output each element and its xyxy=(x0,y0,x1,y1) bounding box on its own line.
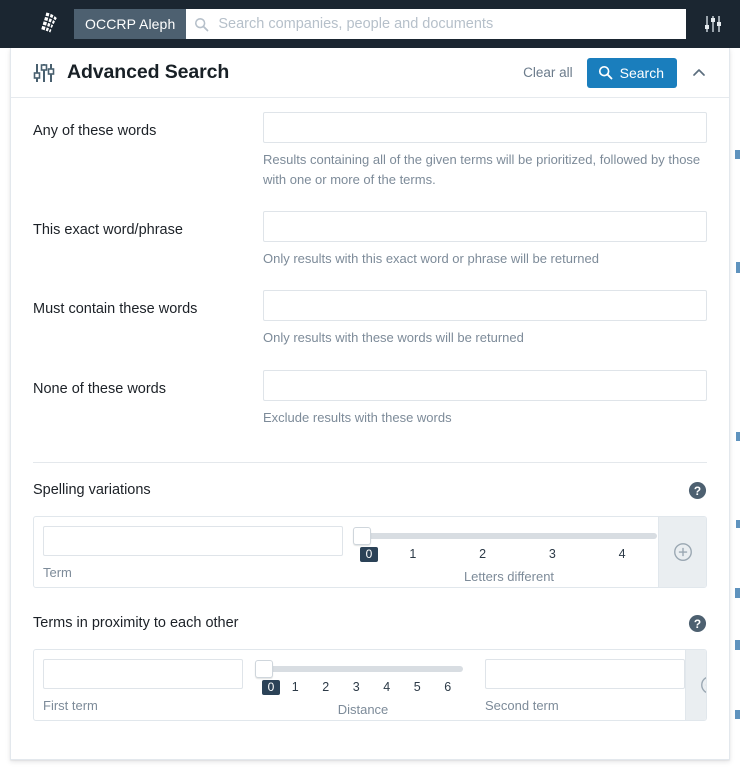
section-title: Terms in proximity to each other xyxy=(33,615,239,632)
slider-handle[interactable] xyxy=(255,659,273,678)
svg-text:?: ? xyxy=(694,617,701,631)
exact-word-phrase-input[interactable] xyxy=(263,211,707,243)
field-helper-text: Only results with this exact word or phr… xyxy=(263,251,599,267)
slider-tick[interactable]: 4 xyxy=(372,680,403,695)
any-of-these-words-input[interactable] xyxy=(263,112,707,143)
help-icon[interactable]: ? xyxy=(688,614,707,633)
search-field-wrap xyxy=(186,9,686,39)
field-control: Results containing all of the given term… xyxy=(263,112,707,208)
field-helper-text: Exclude results with these words xyxy=(263,409,452,425)
field-label: Must contain these words xyxy=(33,301,198,318)
page-title: Advanced Search xyxy=(67,61,230,83)
add-proximity-term-button[interactable] xyxy=(685,649,706,720)
spelling-slider[interactable]: 0 1 2 3 4 Letters different xyxy=(353,526,657,584)
field-control: Only results with these words will be re… xyxy=(263,290,707,366)
field-row: None of these words Exclude results with… xyxy=(33,369,707,446)
globe-icon xyxy=(40,11,58,34)
spelling-slider-label: Letters different xyxy=(463,568,555,584)
slider-tick[interactable]: 4 xyxy=(587,547,657,562)
search-icon xyxy=(195,17,209,31)
sliders-icon xyxy=(33,63,55,82)
slider-track[interactable] xyxy=(255,659,463,678)
clear-all-button[interactable]: Clear all xyxy=(523,65,573,80)
background-fragment xyxy=(735,640,740,650)
spelling-variations-section: Spelling variations ? Term 0 1 2 3 4 Let… xyxy=(33,463,707,588)
slider-track[interactable] xyxy=(353,526,657,545)
field-helper-text: Only results with these words will be re… xyxy=(263,330,524,346)
advanced-search-body: Any of these words Results containing al… xyxy=(11,98,729,721)
background-fragment xyxy=(735,710,740,719)
search-icon xyxy=(598,65,613,80)
second-term-input[interactable] xyxy=(485,658,685,689)
field-label: This exact word/phrase xyxy=(33,222,183,239)
spelling-term-label: Term xyxy=(43,564,72,580)
search-button[interactable]: Search xyxy=(586,57,677,88)
slider-tick[interactable]: 2 xyxy=(311,680,342,695)
background-fragment xyxy=(735,150,740,159)
slider-tick[interactable]: 3 xyxy=(518,547,588,562)
field-label: Any of these words xyxy=(33,123,157,139)
field-label: None of these words xyxy=(33,380,166,397)
background-fragment xyxy=(736,432,740,441)
none-of-these-words-input[interactable] xyxy=(263,369,707,401)
first-term-column: First term xyxy=(43,658,243,713)
spelling-term-input[interactable] xyxy=(43,525,343,556)
top-navbar: OCCRP Aleph xyxy=(0,0,740,48)
global-search-input[interactable] xyxy=(216,9,686,39)
advanced-search-panel: Advanced Search Clear all Search Any of … xyxy=(10,48,730,760)
section-title: Spelling variations xyxy=(33,482,151,499)
slider-tick-active[interactable]: 0 xyxy=(262,679,280,695)
first-term-input[interactable] xyxy=(43,658,243,689)
advanced-search-header: Advanced Search Clear all Search xyxy=(11,48,729,98)
second-term-column: Second term xyxy=(485,658,685,713)
add-spelling-variation-button[interactable] xyxy=(658,516,706,587)
global-search-bar: OCCRP Aleph xyxy=(74,9,686,39)
search-button-label: Search xyxy=(619,64,664,81)
proximity-slider[interactable]: 0 1 2 3 4 5 6 Distance xyxy=(255,659,464,717)
field-control: Exclude results with these words xyxy=(263,369,707,446)
background-fragment xyxy=(736,262,740,273)
field-row: This exact word/phrase Only results with… xyxy=(33,211,707,287)
spelling-variation-group: Term 0 1 2 3 4 Letters different xyxy=(33,515,707,588)
field-row: Must contain these words Only results wi… xyxy=(33,290,707,366)
slider-ticks: 0 1 2 3 4 5 6 xyxy=(262,679,464,695)
field-control: Only results with this exact word or phr… xyxy=(263,211,707,287)
sliders-glyph xyxy=(705,16,721,32)
help-icon[interactable]: ? xyxy=(688,481,707,500)
slider-tick[interactable]: 1 xyxy=(280,680,311,695)
second-term-label: Second term xyxy=(485,697,559,713)
sliders-icon[interactable] xyxy=(700,14,726,34)
spelling-group-inner: Term 0 1 2 3 4 Letters different xyxy=(34,517,658,587)
slider-handle[interactable] xyxy=(353,526,371,545)
add-circle-icon xyxy=(700,676,706,693)
proximity-group: First term 0 1 2 3 4 5 6 Distance Second… xyxy=(33,648,707,721)
slider-tick[interactable]: 5 xyxy=(402,680,433,695)
section-header: Terms in proximity to each other ? xyxy=(33,614,707,633)
proximity-section: Terms in proximity to each other ? First… xyxy=(33,588,707,721)
brand-tag[interactable]: OCCRP Aleph xyxy=(74,9,187,39)
slider-ticks: 0 1 2 3 4 xyxy=(360,546,657,562)
field-row: Any of these words Results containing al… xyxy=(33,112,707,208)
add-circle-icon xyxy=(673,542,692,561)
field-helper-text: Results containing all of the given term… xyxy=(263,152,701,188)
slider-tick[interactable]: 6 xyxy=(433,680,464,695)
proximity-slider-label: Distance xyxy=(337,701,389,717)
proximity-group-inner: First term 0 1 2 3 4 5 6 Distance Second… xyxy=(34,650,685,720)
spelling-term-column: Term xyxy=(43,525,343,580)
section-header: Spelling variations ? xyxy=(33,481,707,500)
must-contain-words-input[interactable] xyxy=(263,290,707,322)
collapse-panel-button[interactable] xyxy=(683,57,715,89)
slider-tick[interactable]: 2 xyxy=(448,547,518,562)
background-fragment xyxy=(736,520,740,528)
slider-tick[interactable]: 1 xyxy=(378,547,448,562)
slider-tick-active[interactable]: 0 xyxy=(360,546,378,562)
svg-text:?: ? xyxy=(694,484,701,498)
aleph-globe-logo[interactable] xyxy=(26,10,70,38)
background-fragment xyxy=(735,588,740,598)
first-term-label: First term xyxy=(43,697,98,713)
slider-tick[interactable]: 3 xyxy=(341,680,372,695)
chevron-up-icon xyxy=(693,68,705,76)
